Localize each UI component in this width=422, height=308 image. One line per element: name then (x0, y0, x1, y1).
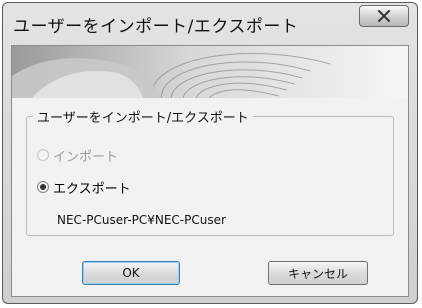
import-radio (37, 149, 49, 161)
title-bar[interactable]: ユーザーをインポート/エクスポート (3, 3, 417, 43)
export-label[interactable]: エクスポート (53, 178, 131, 197)
dialog-window: ユーザーをインポート/エクスポート ユーザーをインポート/エクスポート インポー… (2, 2, 418, 304)
import-export-group: ユーザーをインポート/エクスポート インポート エクスポート NEC-PCuse… (26, 107, 394, 236)
cancel-button[interactable]: キャンセル (268, 261, 368, 285)
fingerprint-banner (12, 46, 408, 98)
export-radio[interactable] (37, 181, 49, 193)
close-icon (377, 10, 391, 22)
group-legend: ユーザーをインポート/エクスポート (33, 107, 253, 126)
ok-button[interactable]: OK (82, 261, 180, 285)
import-option: インポート (37, 145, 118, 165)
user-path-text: NEC-PCuser-PC¥NEC-PCuser (57, 213, 226, 227)
export-option[interactable]: エクスポート (37, 177, 131, 197)
dialog-content: ユーザーをインポート/エクスポート インポート エクスポート NEC-PCuse… (11, 45, 409, 297)
import-label: インポート (53, 149, 119, 165)
close-button[interactable] (359, 5, 409, 27)
window-title: ユーザーをインポート/エクスポート (13, 17, 299, 37)
